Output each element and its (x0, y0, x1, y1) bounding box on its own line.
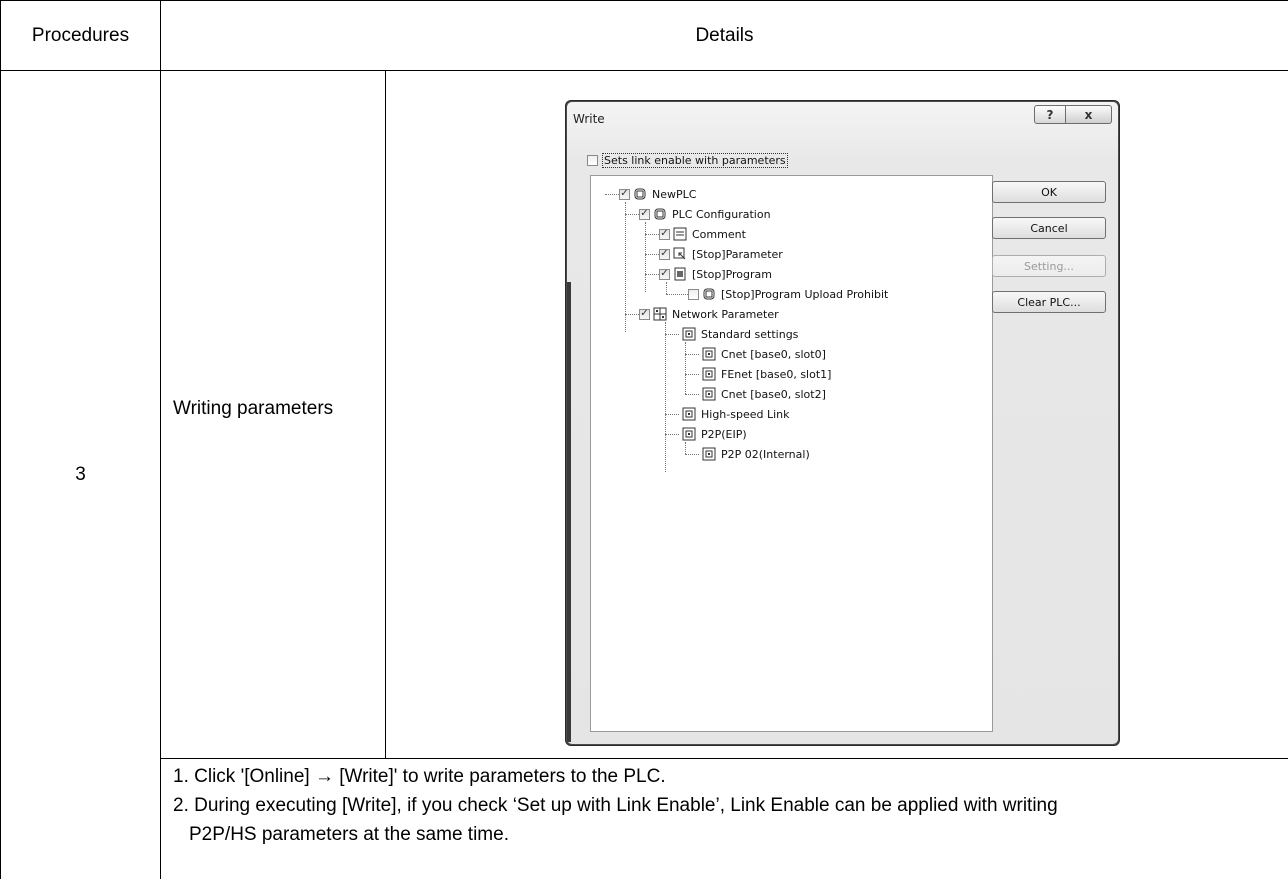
plc-icon (654, 208, 666, 220)
tree-item-fenet-slot1[interactable]: FEnet [base0, slot1] (699, 365, 831, 383)
parameter-icon (673, 247, 686, 260)
help-button[interactable]: ? (1034, 105, 1066, 124)
tree-item-program-upload-prohibit[interactable]: [Stop]Program Upload Prohibit (688, 285, 888, 303)
module-icon (702, 447, 716, 461)
module-icon (682, 427, 696, 441)
link-enable-checkbox[interactable] (587, 155, 598, 166)
module-icon (702, 387, 716, 401)
write-dialog: Write ? x Sets link enable with paramete… (565, 100, 1120, 746)
tree-item-stop-parameter[interactable]: ✓ [Stop]Parameter (659, 245, 783, 263)
ok-button[interactable]: OK (992, 181, 1106, 203)
clear-plc-button[interactable]: Clear PLC... (992, 291, 1106, 313)
step-number: 3 (75, 464, 86, 485)
plc-icon (703, 288, 715, 300)
tree-item-comment[interactable]: ✓ Comment (659, 225, 746, 243)
link-enable-option[interactable]: Sets link enable with parameters (587, 153, 788, 168)
detail-divider (385, 70, 386, 758)
close-button[interactable]: x (1066, 105, 1112, 124)
tree-item-cnet-slot0[interactable]: Cnet [base0, slot0] (699, 345, 826, 363)
module-icon (682, 327, 696, 341)
column-divider (160, 0, 161, 879)
tree-item-plc-configuration[interactable]: ✓ PLC Configuration (639, 205, 771, 223)
tree-item-newplc[interactable]: ✓ NewPLC (619, 185, 696, 203)
dialog-title: Write (573, 112, 605, 126)
plc-icon (634, 188, 646, 200)
module-icon (702, 367, 716, 381)
dialog-edge (567, 282, 571, 742)
tree-item-cnet-slot2[interactable]: Cnet [base0, slot2] (699, 385, 826, 403)
network-icon (653, 307, 667, 321)
tree-item-stop-program[interactable]: ✓ [Stop]Program (659, 265, 772, 283)
link-enable-label: Sets link enable with parameters (602, 153, 788, 168)
dialog-body: Write ? x Sets link enable with paramete… (567, 102, 1118, 744)
note-2-continued: P2P/HS parameters at the same time. (189, 824, 509, 845)
tree-item-network-parameter[interactable]: ✓ Network Parameter (639, 305, 779, 323)
tree-item-standard-settings[interactable]: Standard settings (679, 325, 798, 343)
header-divider (0, 70, 1288, 71)
module-icon (682, 407, 696, 421)
note-1: 1. Click '[Online] → [Write]' to write p… (173, 766, 666, 787)
module-icon (702, 347, 716, 361)
program-icon (674, 267, 686, 281)
tree-item-high-speed-link[interactable]: High-speed Link (679, 405, 790, 423)
title-buttons: ? x (1034, 105, 1112, 124)
setting-button[interactable]: Setting... (992, 255, 1106, 277)
tree-item-p2p-eip[interactable]: P2P(EIP) (679, 425, 747, 443)
header-details: Details (695, 24, 754, 46)
notes: 1. Click '[Online] → [Write]' to write p… (173, 762, 1288, 849)
header-procedures: Procedures (31, 24, 130, 46)
write-tree[interactable]: ✓ NewPLC ✓ PLC Configuration ✓ Comment ✓… (590, 175, 993, 732)
note-2: 2. During executing [Write], if you chec… (173, 795, 1058, 816)
cancel-button[interactable]: Cancel (992, 217, 1106, 239)
tree-item-p2p-02-internal[interactable]: P2P 02(Internal) (699, 445, 810, 463)
comment-icon (673, 227, 687, 241)
notes-divider (160, 758, 1288, 759)
step-label: Writing parameters (173, 398, 334, 419)
